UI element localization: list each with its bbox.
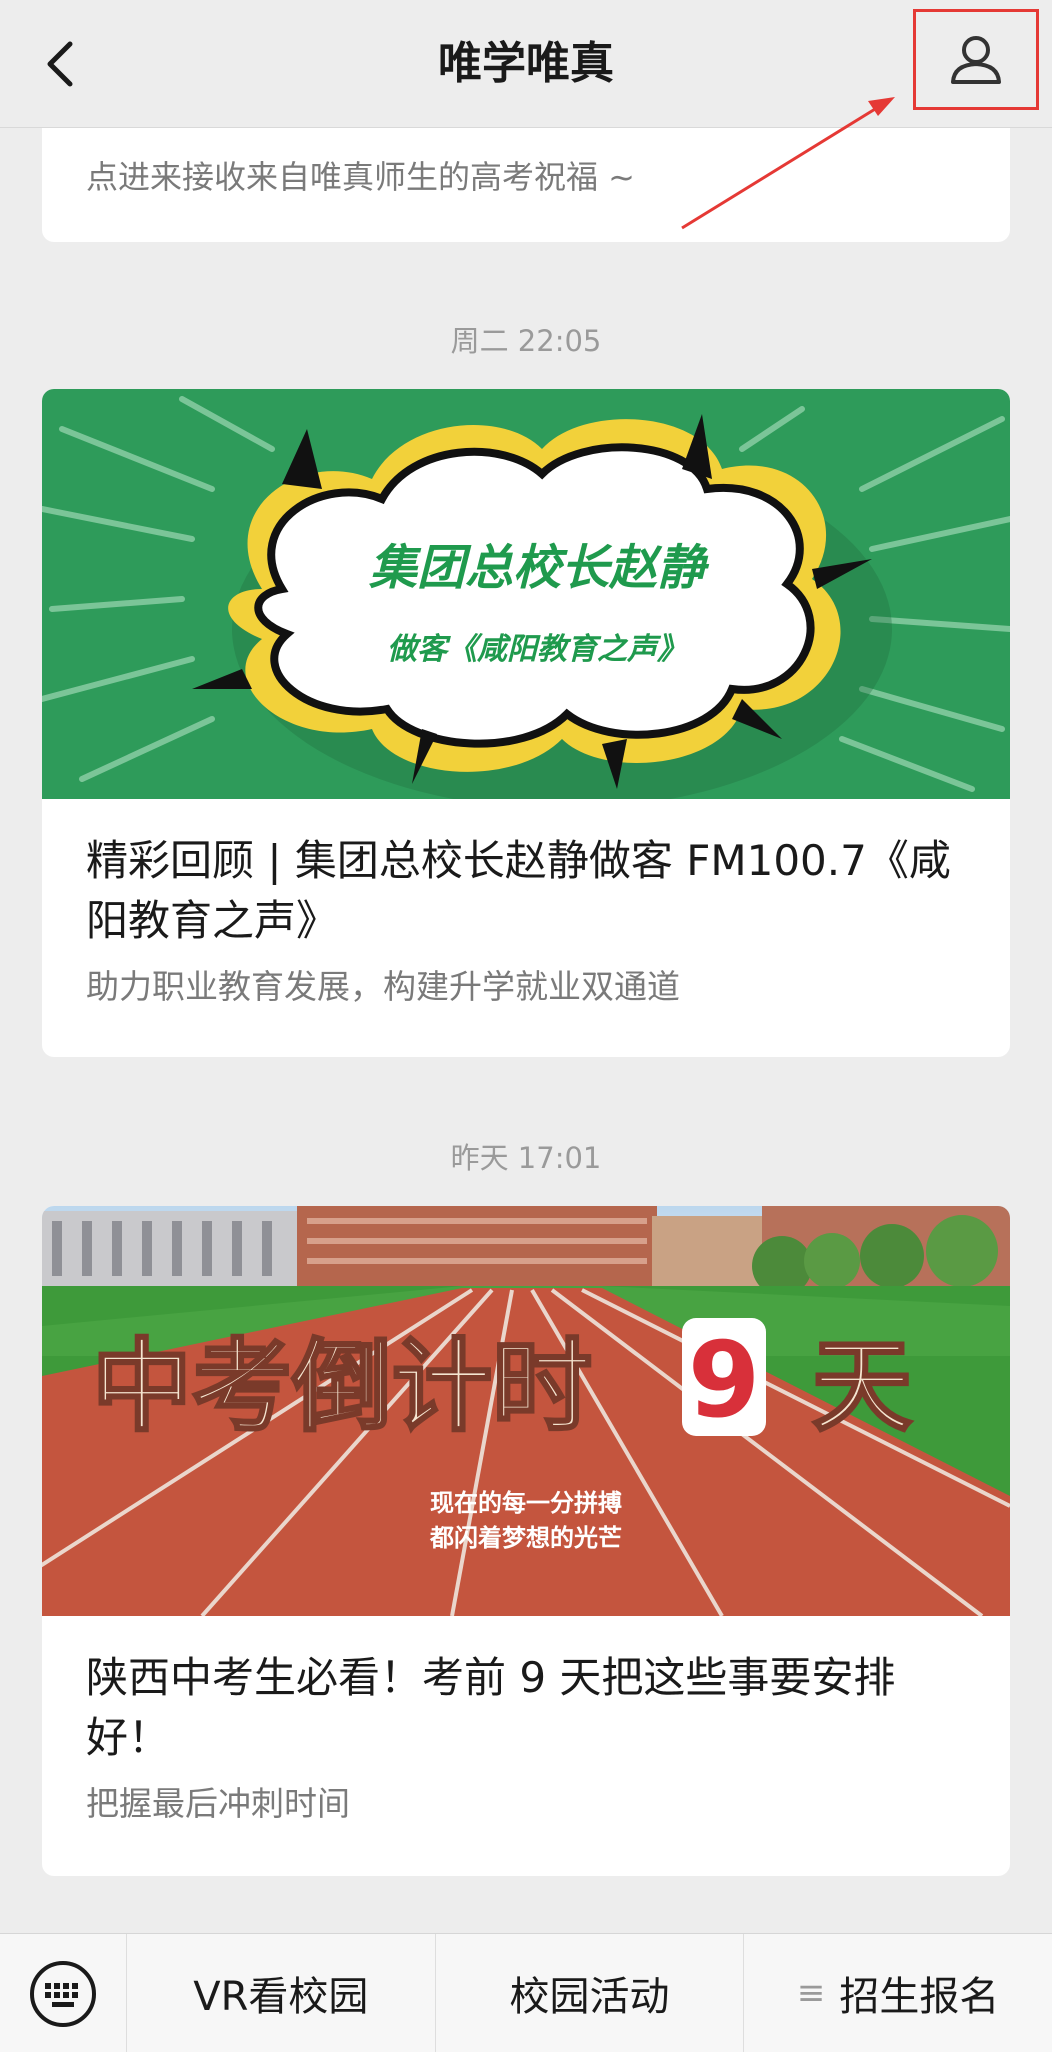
message-timestamp: 昨天 17:01 [450, 1141, 602, 1175]
page-title: 唯学唯真 [438, 38, 614, 89]
menu-item-enrollment[interactable]: ≡ 招生报名 [744, 1934, 1052, 2052]
menu-item-label: 招生报名 [839, 1974, 1000, 2020]
countdown-unit: 天 [812, 1328, 912, 1445]
countdown-headline: 中考倒计时 [92, 1328, 592, 1445]
menu-item-campus-activities[interactable]: 校园活动 [436, 1934, 745, 2052]
article-description: 点进来接收来自唯真师生的高考祝福 ~ [86, 158, 635, 196]
article-description: 助力职业教育发展，构建升学就业双通道 [86, 967, 680, 1006]
menu-item-vr-campus[interactable]: VR看校园 [127, 1934, 436, 2052]
article-card[interactable]: 中考倒计时 9 天 现在的每一分拼搏 都闪着梦想的光芒 陕西中考生必看！考前 9… [42, 1206, 1010, 1876]
banner-headline: 集团总校长赵静 [369, 540, 710, 596]
article-description: 把握最后冲刺时间 [86, 1784, 350, 1823]
top-nav-bar: 唯学唯真 [0, 0, 1052, 128]
banner-subline: 做客《咸阳教育之声》 [387, 632, 687, 667]
article-card[interactable]: 集团总校长赵静 做客《咸阳教育之声》 精彩回顾 | 集团总校长赵静做客 FM10… [42, 389, 1010, 1057]
message-timestamp: 周二 22:05 [450, 324, 602, 358]
keyboard-toggle-button[interactable] [0, 1934, 127, 2052]
profile-button[interactable] [913, 9, 1039, 110]
menu-item-label: VR看校园 [193, 1974, 369, 2020]
article-cover-image: 集团总校长赵静 做客《咸阳教育之声》 [42, 389, 1010, 799]
menu-item-label: 校园活动 [509, 1974, 670, 2020]
article-title: 精彩回顾 | 集团总校长赵静做客 FM100.7《咸阳教育之声》 [86, 836, 951, 945]
article-card-partial[interactable]: 点进来接收来自唯真师生的高考祝福 ~ [42, 128, 1010, 242]
bottom-menu-bar: VR看校园 校园活动 ≡ 招生报名 [0, 1933, 1052, 2052]
article-title: 陕西中考生必看！考前 9 天把这些事要安排好！ [86, 1653, 896, 1762]
banner-slogan-line1: 现在的每一分拼搏 [430, 1489, 622, 1517]
banner-slogan-line2: 都闪着梦想的光芒 [429, 1524, 622, 1552]
article-cover-image: 中考倒计时 9 天 现在的每一分拼搏 都闪着梦想的光芒 [42, 1206, 1010, 1616]
keyboard-icon [30, 1960, 96, 2027]
person-icon [951, 35, 1001, 84]
countdown-number: 9 [688, 1319, 760, 1441]
menu-lines-icon: ≡ [796, 1973, 826, 2013]
